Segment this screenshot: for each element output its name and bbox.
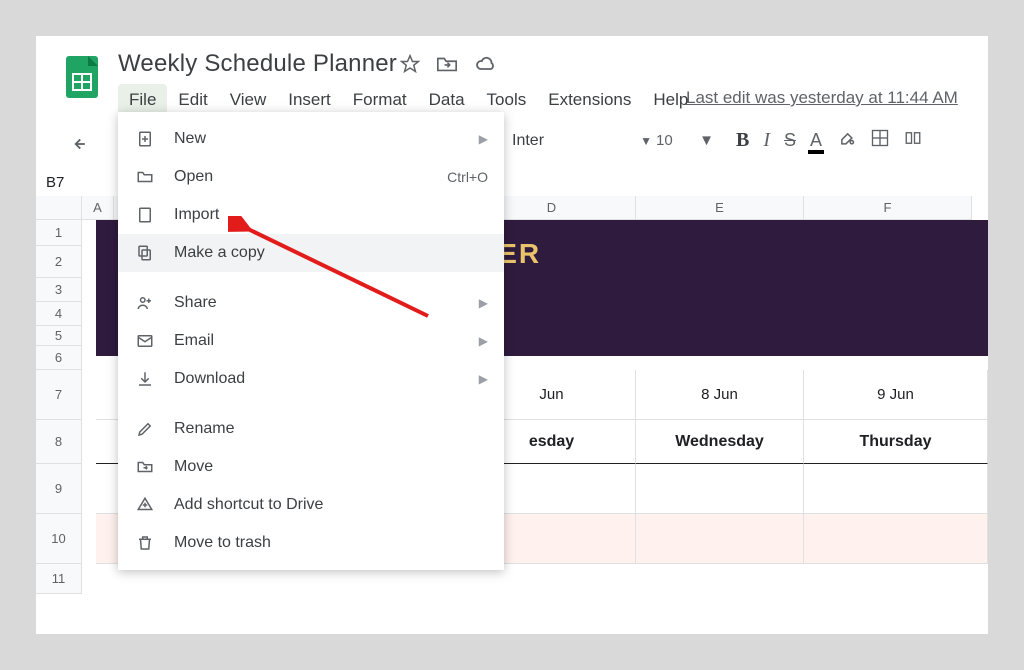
font-size-select[interactable]: 10 ▼: [656, 132, 714, 149]
trash-icon: [136, 534, 158, 552]
file-menu-import[interactable]: Import: [118, 196, 504, 234]
row-head-3[interactable]: 3: [36, 278, 82, 302]
font-select[interactable]: Inter ▼: [512, 132, 652, 150]
download-icon: [136, 370, 158, 388]
file-menu-add-shortcut[interactable]: Add shortcut to Drive: [118, 486, 504, 524]
row-head-10[interactable]: 10: [36, 514, 82, 564]
move-folder-icon: [136, 458, 158, 476]
row-head-8[interactable]: 8: [36, 420, 82, 464]
undo-icon[interactable]: [66, 130, 100, 158]
col-head-a[interactable]: A: [82, 196, 114, 220]
file-menu-share[interactable]: Share ▶: [118, 284, 504, 322]
row-head-11[interactable]: 11: [36, 564, 82, 594]
name-box[interactable]: B7: [42, 170, 116, 194]
row-head-6[interactable]: 6: [36, 346, 82, 370]
text-color-button[interactable]: A: [810, 130, 822, 151]
file-menu-move[interactable]: Move: [118, 448, 504, 486]
strikethrough-button[interactable]: S: [784, 130, 796, 151]
caret-down-icon: ▼: [699, 132, 714, 149]
new-file-icon: [136, 130, 158, 148]
file-menu-open[interactable]: Open Ctrl+O: [118, 158, 504, 196]
col-head-e[interactable]: E: [636, 196, 804, 220]
borders-button[interactable]: [870, 128, 890, 153]
star-icon[interactable]: [400, 54, 420, 74]
row-head-1[interactable]: 1: [36, 220, 82, 246]
submenu-arrow-icon: ▶: [479, 334, 488, 348]
drive-shortcut-icon: [136, 496, 158, 514]
file-menu-trash[interactable]: Move to trash: [118, 524, 504, 562]
file-menu-dropdown: New ▶ Open Ctrl+O Import Make a copy Sha…: [118, 112, 504, 570]
move-icon[interactable]: [436, 54, 458, 74]
file-menu-make-copy[interactable]: Make a copy: [118, 234, 504, 272]
shortcut-label: Ctrl+O: [447, 169, 488, 185]
file-menu-email[interactable]: Email ▶: [118, 322, 504, 360]
rename-icon: [136, 420, 158, 438]
folder-icon: [136, 168, 158, 186]
file-menu-download[interactable]: Download ▶: [118, 360, 504, 398]
share-icon: [136, 294, 158, 312]
day-e[interactable]: Wednesday: [636, 420, 804, 464]
fill-color-button[interactable]: [836, 128, 856, 153]
submenu-arrow-icon: ▶: [479, 132, 488, 146]
day-f[interactable]: Thursday: [804, 420, 988, 464]
row-head-2[interactable]: 2: [36, 246, 82, 278]
row-head-9[interactable]: 9: [36, 464, 82, 514]
file-menu-rename[interactable]: Rename: [118, 410, 504, 448]
row-head-4[interactable]: 4: [36, 302, 82, 326]
row-head-5[interactable]: 5: [36, 326, 82, 346]
submenu-arrow-icon: ▶: [479, 296, 488, 310]
col-head-f[interactable]: F: [804, 196, 972, 220]
menu-extensions[interactable]: Extensions: [537, 84, 642, 116]
font-size: 10: [656, 132, 673, 149]
select-all-corner[interactable]: [36, 196, 82, 220]
copy-icon: [136, 244, 158, 262]
row-head-7[interactable]: 7: [36, 370, 82, 420]
date-e[interactable]: 8 Jun: [636, 370, 804, 420]
merge-button[interactable]: [904, 128, 922, 153]
file-menu-new[interactable]: New ▶: [118, 120, 504, 158]
date-f[interactable]: 9 Jun: [804, 370, 988, 420]
submenu-arrow-icon: ▶: [479, 372, 488, 386]
import-icon: [136, 206, 158, 224]
caret-down-icon: ▼: [640, 134, 652, 148]
last-edit-status[interactable]: Last edit was yesterday at 11:44 AM: [686, 88, 958, 108]
font-name: Inter: [512, 132, 544, 150]
sheets-logo: [64, 54, 100, 100]
cloud-icon[interactable]: [474, 54, 498, 74]
italic-button[interactable]: I: [763, 129, 770, 152]
email-icon: [136, 332, 158, 350]
bold-button[interactable]: B: [736, 129, 749, 152]
doc-title[interactable]: Weekly Schedule Planner: [118, 50, 397, 78]
